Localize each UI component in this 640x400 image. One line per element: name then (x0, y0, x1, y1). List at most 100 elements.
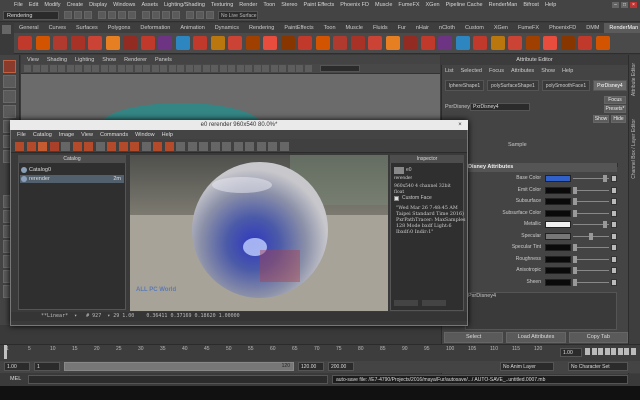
shelf-button-25[interactable] (438, 36, 452, 50)
shelf-tab-animation[interactable]: Animation (175, 23, 209, 33)
character-set-field[interactable]: No Character Set (568, 362, 628, 371)
viewport-menu-lighting[interactable]: Lighting (75, 57, 94, 63)
status-icon-12[interactable] (186, 11, 194, 19)
render-menu-help[interactable]: Help (162, 132, 173, 138)
shelf-button-21[interactable] (368, 36, 382, 50)
range-start-field[interactable]: 1.00 (4, 362, 30, 371)
key-back-icon[interactable] (598, 348, 603, 355)
render-tool-icon-11[interactable] (130, 142, 139, 151)
attr-swatch-subsurface[interactable] (545, 198, 571, 205)
shelf-tab-deformation[interactable]: Deformation (135, 23, 175, 33)
menu-stereo[interactable]: Stereo (281, 2, 297, 8)
shelf-tab-dmm[interactable]: DMM (581, 23, 604, 33)
status-icon-9[interactable] (152, 11, 160, 19)
shelf-button-34[interactable] (595, 36, 610, 50)
render-tool-icon-2[interactable] (26, 142, 36, 151)
viewport-tool-icon-24[interactable] (219, 65, 227, 72)
viewport-menu-panels[interactable]: Panels (155, 57, 172, 63)
render-tool-icon-19[interactable] (222, 142, 231, 151)
attr-map-button-subsurface-color[interactable] (611, 209, 617, 217)
attr-slider-knob-specular-tint[interactable] (573, 244, 577, 251)
shelf-button-2[interactable] (35, 36, 50, 50)
viewport-tool-icon-5[interactable] (58, 65, 65, 72)
attr-slider-knob-subsurface[interactable] (573, 198, 577, 205)
attr-slider-knob-metallic[interactable] (603, 221, 608, 228)
viewport-tool-icon-21[interactable] (194, 65, 201, 72)
shelf-tab-phoenixfd[interactable]: PhoenixFD (544, 23, 581, 33)
menu-fumefx[interactable]: FumeFX (398, 2, 419, 8)
command-language-label[interactable]: MEL (10, 375, 21, 384)
menu-assets[interactable]: Assets (141, 2, 158, 8)
attr-swatch-subsurface-color[interactable] (545, 209, 571, 217)
viewport-tool-icon-9[interactable] (92, 65, 99, 72)
attr-slider-knob-emit-color[interactable] (573, 186, 577, 194)
menu-edit[interactable]: Edit (29, 2, 38, 8)
shelf-menu-icon[interactable] (2, 25, 11, 34)
render-tool-icon-20[interactable] (233, 142, 243, 151)
hide-button[interactable]: Hide (611, 115, 626, 123)
attr-map-button-specular-tint[interactable] (611, 244, 617, 251)
attr-map-button-anisotropic[interactable] (611, 267, 617, 274)
catalog-item-rerender[interactable]: rerender 2m (20, 175, 124, 183)
attr-slider-subsurface-color[interactable] (573, 212, 609, 214)
shelf-tab-muscle[interactable]: Muscle (341, 23, 368, 33)
status-icon-3[interactable] (84, 11, 92, 19)
viewport-tool-icon-29[interactable] (262, 65, 269, 72)
inspector-button-2[interactable] (422, 300, 446, 306)
shelf-button-17[interactable] (298, 36, 312, 50)
attr-slider-knob-specular[interactable] (589, 232, 593, 240)
viewport-tool-icon-25[interactable] (228, 65, 235, 72)
render-tool-icon-9[interactable] (107, 142, 116, 151)
viewport-tool-icon-1[interactable] (24, 65, 31, 72)
catalog-item-catalog0[interactable]: Catalog0 (20, 166, 124, 174)
menu-file[interactable]: File (14, 2, 23, 8)
render-tool-icon-8[interactable] (95, 142, 105, 151)
move-tool-icon[interactable] (3, 105, 16, 118)
side-tab-channel-box[interactable]: Channel Box / Layer Editor (631, 119, 637, 179)
status-icon-5[interactable] (108, 11, 116, 19)
presets-button[interactable]: Presets* (604, 105, 626, 113)
viewport-tool-icon-33[interactable] (296, 65, 303, 72)
viewport-tool-icon-22[interactable] (202, 65, 210, 72)
viewport-tool-icon-27[interactable] (245, 65, 252, 72)
status-icon-4[interactable] (98, 11, 106, 19)
ae-menu-list[interactable]: List (445, 68, 454, 74)
selection-region[interactable] (260, 250, 300, 282)
attr-slider-knob-roughness[interactable] (573, 255, 577, 263)
status-icon-13[interactable] (196, 11, 204, 19)
menu-bifrost[interactable]: Bifrost (523, 2, 539, 8)
current-time-marker[interactable] (4, 345, 7, 359)
maximize-icon[interactable]: □ (621, 1, 628, 8)
attr-swatch-specular[interactable] (545, 232, 571, 240)
viewport-tool-icon-12[interactable] (117, 65, 125, 72)
viewport-tool-icon-20[interactable] (185, 65, 193, 72)
menu-modify[interactable]: Modify (44, 2, 60, 8)
disney-attributes-section[interactable]: Disney Attributes (465, 163, 617, 172)
shelf-button-16[interactable] (280, 36, 295, 50)
status-icon-2[interactable] (74, 11, 82, 19)
command-input[interactable] (28, 375, 328, 384)
shelf-button-27[interactable] (473, 36, 487, 50)
inspector-button-1[interactable] (394, 300, 418, 306)
anim-end-field[interactable]: 200.00 (328, 362, 354, 371)
shelf-button-32[interactable] (560, 36, 575, 50)
attr-map-button-subsurface[interactable] (611, 198, 617, 205)
shelf-button-20[interactable] (350, 36, 365, 50)
attr-slider-subsurface[interactable] (573, 201, 609, 202)
shelf-button-13[interactable] (228, 36, 242, 50)
viewport-tool-icon-34[interactable] (304, 65, 312, 72)
viewport-tool-icon-32[interactable] (287, 65, 295, 72)
load-attributes-button[interactable]: Load Attributes (506, 332, 566, 343)
render-tool-icon-15[interactable] (176, 142, 185, 151)
attr-slider-knob-anisotropic[interactable] (573, 267, 577, 274)
range-end-field[interactable]: 120.00 (298, 362, 324, 371)
shelf-button-6[interactable] (105, 36, 120, 50)
shelf-tab-custom[interactable]: Custom (460, 23, 489, 33)
menu-lighting-shading[interactable]: Lighting/Shading (164, 2, 205, 8)
current-frame-field[interactable]: 1.00 (560, 348, 582, 357)
viewport-tool-icon-14[interactable] (134, 65, 142, 72)
viewport-tool-icon-8[interactable] (83, 65, 91, 72)
menu-toon[interactable]: Toon (263, 2, 275, 8)
attr-swatch-specular-tint[interactable] (545, 244, 571, 251)
render-menu-view[interactable]: View (81, 132, 93, 138)
